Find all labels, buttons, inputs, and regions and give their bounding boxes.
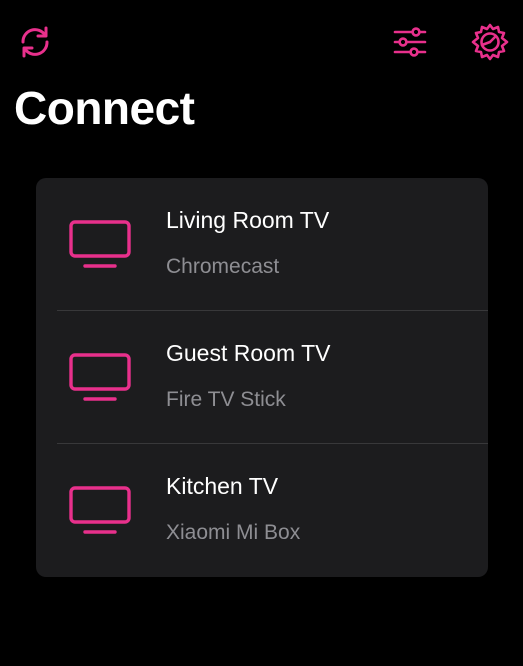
device-type: Fire TV Stick <box>166 388 286 411</box>
sliders-icon <box>393 27 427 57</box>
page-title: Connect <box>14 82 195 134</box>
tv-icon <box>69 486 131 534</box>
device-row-kitchen-tv[interactable]: Kitchen TV Xiaomi Mi Box <box>36 444 488 577</box>
gear-icon <box>471 23 509 61</box>
filter-button[interactable] <box>388 20 432 64</box>
device-name: Guest Room TV <box>166 340 331 366</box>
device-name: Living Room TV <box>166 207 330 233</box>
tv-icon <box>69 353 131 401</box>
device-type: Chromecast <box>166 255 280 278</box>
device-name: Kitchen TV <box>166 473 279 499</box>
settings-button[interactable] <box>468 20 512 64</box>
tv-icon <box>69 220 131 268</box>
top-toolbar <box>0 0 523 80</box>
device-row-living-room-tv[interactable]: Living Room TV Chromecast <box>36 178 488 311</box>
device-list: Living Room TV Chromecast Guest Room TV … <box>36 178 488 577</box>
device-row-guest-room-tv[interactable]: Guest Room TV Fire TV Stick <box>36 311 488 444</box>
refresh-button[interactable] <box>13 20 57 64</box>
refresh-icon <box>21 26 49 58</box>
device-type: Xiaomi Mi Box <box>166 521 301 544</box>
